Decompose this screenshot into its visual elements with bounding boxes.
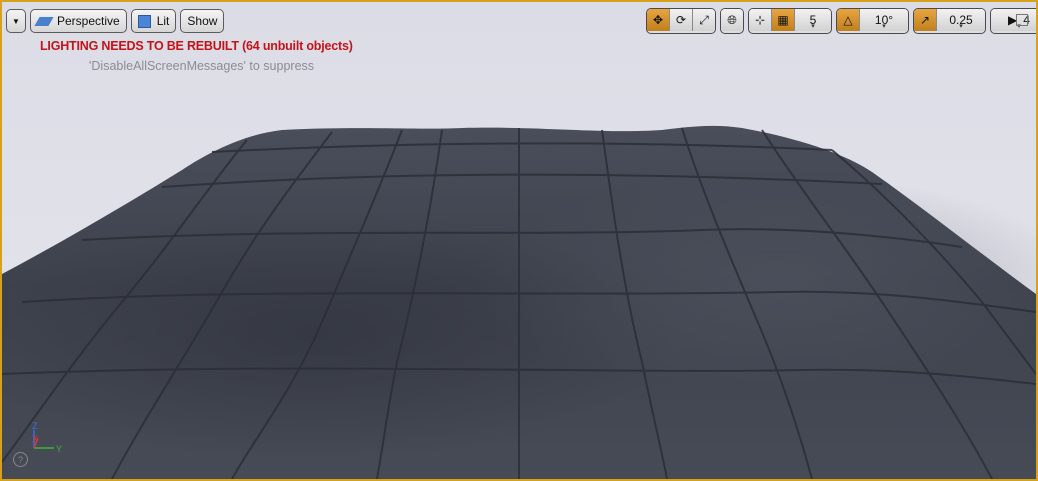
suppress-hint: 'DisableAllScreenMessages' to suppress xyxy=(89,59,315,73)
surface-snap-button[interactable]: ⊹ xyxy=(749,9,772,31)
axis-gizmo: Z X Y xyxy=(32,421,62,454)
level-viewport[interactable]: ▼ Perspective Lit Show ✥ ⟳ ⤢ 🌐︎ ⊹ ▦ 5 ▾ … xyxy=(0,0,1038,481)
grid-snap-group: ⊹ ▦ 5 ▾ xyxy=(748,8,832,34)
perspective-label: Perspective xyxy=(57,14,120,28)
viewport-toolbar-right: ✥ ⟳ ⤢ 🌐︎ ⊹ ▦ 5 ▾ △ 10° ▾ ↗ 0.25 ▾ ▶︎ 4 ▾ xyxy=(646,8,1036,34)
world-space-button[interactable]: 🌐︎ xyxy=(721,9,743,31)
z-axis-label: Z xyxy=(32,421,38,431)
transform-mode-group: ✥ ⟳ ⤢ xyxy=(646,8,716,34)
globe-icon: 🌐︎ xyxy=(727,12,737,27)
rotation-snap-group: △ 10° ▾ xyxy=(836,8,909,34)
caret-down-icon: ▾ xyxy=(882,23,886,30)
rotate-mode-button[interactable]: ⟳ xyxy=(670,9,693,31)
scale-snap-toggle[interactable]: ↗ xyxy=(914,9,937,31)
camera-speed-button[interactable]: ▶︎ 4 ▾ xyxy=(991,9,1036,31)
perspective-icon xyxy=(34,16,54,26)
viewport-toolbar-left: ▼ Perspective Lit Show xyxy=(6,9,228,33)
chevron-down-icon: ▼ xyxy=(12,16,20,26)
lighting-warning: LIGHTING NEEDS TO BE REBUILT (64 unbuilt… xyxy=(40,39,353,53)
landscape-terrain xyxy=(2,122,1036,479)
grid-snap-toggle[interactable]: ▦ xyxy=(772,9,795,31)
grid-snap-value[interactable]: 5 ▾ xyxy=(795,9,831,31)
lit-label: Lit xyxy=(156,14,170,28)
perspective-button[interactable]: Perspective xyxy=(30,9,127,33)
triangle-angle-icon: △ xyxy=(843,13,853,27)
scale-snap-group: ↗ 0.25 ▾ xyxy=(913,8,986,34)
show-button[interactable]: Show xyxy=(180,9,225,33)
translate-mode-button[interactable]: ✥ xyxy=(647,9,670,31)
cube-icon xyxy=(137,14,151,28)
scale-arrow-icon: ↗ xyxy=(919,13,931,27)
help-icon[interactable]: ? xyxy=(13,452,28,467)
surface-snap-icon: ⊹ xyxy=(754,13,766,27)
rotate-icon: ⟳ xyxy=(675,13,687,27)
coordinate-system-group: 🌐︎ xyxy=(720,8,744,34)
y-axis-label: Y xyxy=(56,444,62,454)
maximize-viewport-button[interactable] xyxy=(1016,14,1028,26)
scale-mode-button[interactable]: ⤢ xyxy=(693,9,715,31)
scale-icon: ⤢ xyxy=(699,12,709,27)
grid-icon: ▦ xyxy=(777,13,789,27)
camera-speed-group: ▶︎ 4 ▾ xyxy=(990,8,1036,34)
caret-down-icon: ▾ xyxy=(959,23,963,30)
show-label: Show xyxy=(187,14,218,28)
lit-button[interactable]: Lit xyxy=(130,9,177,33)
rotation-snap-value[interactable]: 10° ▾ xyxy=(860,9,908,31)
rotation-snap-toggle[interactable]: △ xyxy=(837,9,860,31)
scale-snap-value[interactable]: 0.25 ▾ xyxy=(937,9,985,31)
viewport-options-button[interactable]: ▼ xyxy=(6,9,26,33)
move-icon: ✥ xyxy=(652,13,664,27)
x-axis-label: X xyxy=(32,434,38,444)
caret-down-icon: ▾ xyxy=(811,23,815,30)
